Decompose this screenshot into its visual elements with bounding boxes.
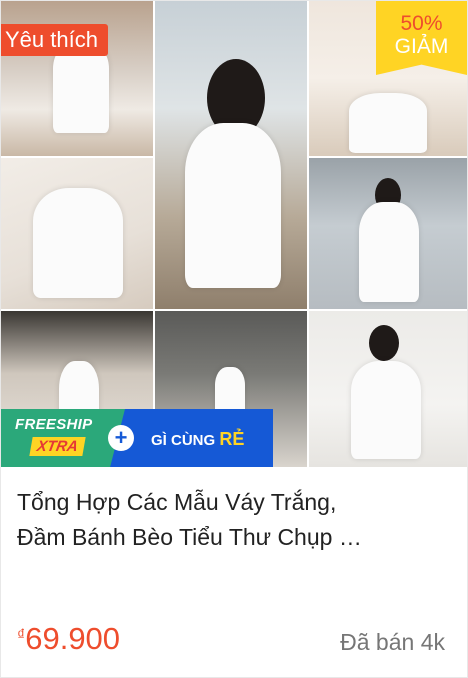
xtra-label: XTRA xyxy=(29,437,86,456)
cheap-slogan: GÌ CÙNG RẺ xyxy=(151,429,244,450)
photo-2 xyxy=(155,1,307,309)
discount-percent: 50% xyxy=(400,12,443,35)
photo-4 xyxy=(1,158,153,309)
plus-icon: + xyxy=(108,425,134,451)
product-title-line-2: Đầm Bánh Bèo Tiểu Thư Chụp … xyxy=(17,524,362,550)
product-price: ₫69.900 xyxy=(17,621,120,657)
freeship-xtra-banner: FREESHIP XTRA + GÌ CÙNG RẺ xyxy=(1,409,273,467)
product-card[interactable]: Yêu thích 50% GIẢM FREESHIP XTRA + GÌ CÙ… xyxy=(0,0,468,678)
product-title-line-1: Tổng Hợp Các Mẫu Váy Trắng, xyxy=(17,489,337,515)
discount-badge: 50% GIẢM xyxy=(376,1,467,75)
sold-count: Đã bán 4k xyxy=(340,629,445,655)
favorite-badge: Yêu thích xyxy=(1,24,108,56)
freeship-label: FREESHIP xyxy=(15,416,93,433)
cheap-slogan-highlight: RẺ xyxy=(219,429,245,449)
photo-collage xyxy=(1,1,467,467)
product-title[interactable]: Tổng Hợp Các Mẫu Váy Trắng, Đầm Bánh Bèo… xyxy=(17,485,453,555)
currency-symbol: ₫ xyxy=(17,627,26,644)
product-image[interactable]: Yêu thích 50% GIẢM FREESHIP XTRA + GÌ CÙ… xyxy=(1,1,467,467)
photo-8 xyxy=(309,311,467,467)
photo-5 xyxy=(309,158,467,309)
cheap-slogan-prefix: GÌ CÙNG xyxy=(151,432,220,449)
discount-label: GIẢM xyxy=(394,35,449,58)
price-amount: 69.900 xyxy=(25,621,121,656)
